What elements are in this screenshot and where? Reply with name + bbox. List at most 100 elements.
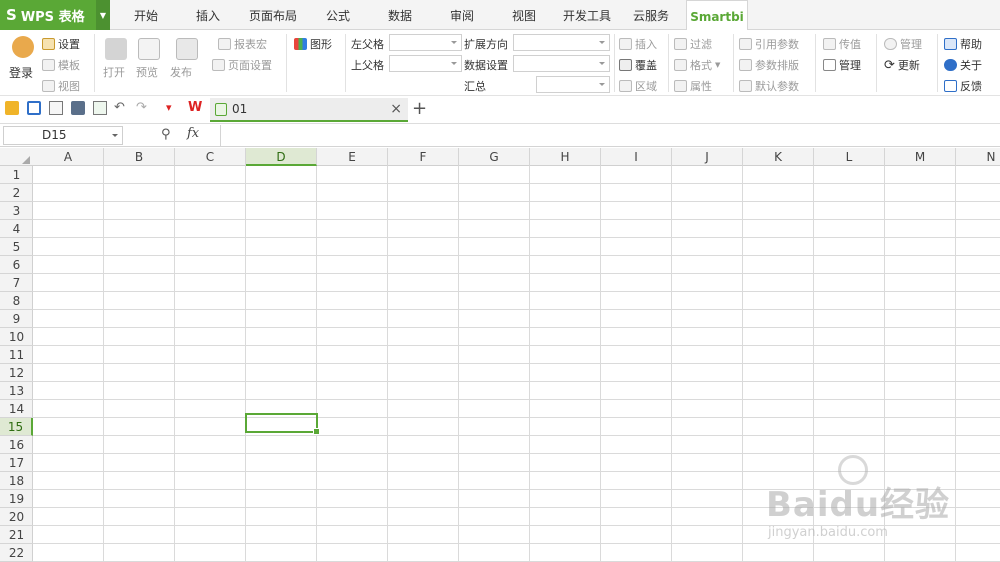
row-header[interactable]: 6 bbox=[0, 256, 33, 274]
column-header[interactable]: M bbox=[885, 148, 956, 166]
open-folder-icon[interactable] bbox=[5, 101, 19, 115]
param-layout-button[interactable]: 参数排版 bbox=[739, 57, 799, 73]
login-label: 登录 bbox=[9, 66, 34, 80]
column-header[interactable]: H bbox=[530, 148, 601, 166]
select-all-corner-icon[interactable] bbox=[22, 156, 30, 164]
row-header[interactable]: 17 bbox=[0, 454, 33, 472]
help-button[interactable]: 帮助 bbox=[944, 36, 982, 52]
preview-button[interactable]: 预览 bbox=[134, 36, 164, 86]
column-header[interactable]: I bbox=[601, 148, 672, 166]
row-header[interactable]: 1 bbox=[0, 166, 33, 184]
redo-icon[interactable]: ↷ bbox=[136, 101, 150, 115]
attribute-button[interactable]: 属性 bbox=[674, 78, 712, 94]
export-pdf-icon[interactable] bbox=[49, 101, 63, 115]
cover-button[interactable]: 覆盖 bbox=[619, 57, 657, 73]
tab-smartbi[interactable]: Smartbi bbox=[686, 0, 748, 31]
tab-page-layout[interactable]: 页面布局 bbox=[242, 0, 304, 30]
wps-app-menu-button[interactable]: S WPS 表格 bbox=[0, 0, 96, 30]
insert-function-button[interactable]: fx bbox=[187, 126, 199, 141]
row-header[interactable]: 12 bbox=[0, 364, 33, 382]
manage-button[interactable]: 管理 bbox=[823, 57, 861, 73]
close-tab-icon[interactable]: × bbox=[390, 101, 402, 117]
tab-developer[interactable]: 开发工具 bbox=[556, 0, 618, 30]
tab-formulas[interactable]: 公式 bbox=[310, 0, 366, 30]
column-header[interactable]: B bbox=[104, 148, 175, 166]
row-header[interactable]: 19 bbox=[0, 490, 33, 508]
print-preview-icon[interactable] bbox=[93, 101, 107, 115]
page-setup-button[interactable]: 页面设置 bbox=[212, 57, 272, 73]
row-header[interactable]: 22 bbox=[0, 544, 33, 562]
tab-review[interactable]: 审阅 bbox=[434, 0, 490, 30]
region-button[interactable]: 区域 bbox=[619, 78, 657, 94]
zoom-search-icon[interactable]: ⚲ bbox=[161, 127, 171, 142]
formula-input[interactable] bbox=[220, 125, 1000, 146]
open-button[interactable]: 打开 bbox=[100, 36, 134, 86]
row-header[interactable]: 7 bbox=[0, 274, 33, 292]
pass-value-button[interactable]: 传值 bbox=[823, 36, 861, 52]
chart-button[interactable]: 图形 bbox=[294, 36, 332, 52]
ref-param-button[interactable]: 引用参数 bbox=[739, 36, 799, 52]
default-param-button[interactable]: 默认参数 bbox=[739, 78, 799, 94]
row-header[interactable]: 3 bbox=[0, 202, 33, 220]
row-header[interactable]: 16 bbox=[0, 436, 33, 454]
save-icon[interactable] bbox=[27, 101, 41, 115]
document-tab[interactable]: 01 × bbox=[210, 98, 408, 122]
column-header[interactable]: A bbox=[33, 148, 104, 166]
tab-view[interactable]: 视图 bbox=[496, 0, 552, 30]
column-header[interactable]: K bbox=[743, 148, 814, 166]
row-header[interactable]: 15 bbox=[0, 418, 33, 436]
undo-icon[interactable]: ↶ bbox=[114, 101, 128, 115]
quick-access-toolbar bbox=[0, 96, 1000, 123]
column-header[interactable]: J bbox=[672, 148, 743, 166]
column-header[interactable]: L bbox=[814, 148, 885, 166]
summary-select[interactable] bbox=[536, 76, 610, 93]
tab-cloud[interactable]: 云服务 bbox=[622, 0, 680, 30]
column-header[interactable]: D bbox=[246, 148, 317, 166]
column-header[interactable]: G bbox=[459, 148, 530, 166]
settings-button[interactable]: 设置 bbox=[42, 36, 80, 52]
tab-home[interactable]: 开始 bbox=[118, 0, 174, 30]
insert-button[interactable]: 插入 bbox=[619, 36, 657, 52]
feedback-button[interactable]: 反馈 bbox=[944, 78, 982, 94]
expand-direction-select[interactable] bbox=[513, 34, 610, 51]
row-header[interactable]: 11 bbox=[0, 346, 33, 364]
about-button[interactable]: 关于 bbox=[944, 57, 982, 73]
column-header[interactable]: C bbox=[175, 148, 246, 166]
left-parent-select[interactable] bbox=[389, 34, 462, 51]
row-header[interactable]: 9 bbox=[0, 310, 33, 328]
update-button[interactable]: ⟳ 更新 bbox=[884, 57, 920, 73]
template-button[interactable]: 模板 bbox=[42, 57, 80, 73]
row-header[interactable]: 20 bbox=[0, 508, 33, 526]
row-header[interactable]: 18 bbox=[0, 472, 33, 490]
row-header[interactable]: 21 bbox=[0, 526, 33, 544]
column-header[interactable]: F bbox=[388, 148, 459, 166]
row-header[interactable]: 13 bbox=[0, 382, 33, 400]
view-button[interactable]: 视图 bbox=[42, 78, 80, 94]
row-header[interactable]: 4 bbox=[0, 220, 33, 238]
data-settings-select[interactable] bbox=[513, 55, 610, 72]
print-icon[interactable] bbox=[71, 101, 85, 115]
publish-button[interactable]: 发布 bbox=[168, 36, 208, 86]
tab-insert[interactable]: 插入 bbox=[180, 0, 236, 30]
wps-docs-icon[interactable]: W bbox=[188, 101, 202, 115]
row-header[interactable]: 5 bbox=[0, 238, 33, 256]
column-header[interactable]: E bbox=[317, 148, 388, 166]
app-menu-dropdown-icon[interactable]: ▼ bbox=[96, 0, 110, 30]
row-header[interactable]: 14 bbox=[0, 400, 33, 418]
top-parent-select[interactable] bbox=[389, 55, 462, 72]
new-tab-button[interactable]: + bbox=[412, 98, 427, 119]
customize-toolbar-icon[interactable]: ▾ bbox=[166, 101, 180, 115]
filter-button[interactable]: 过滤 bbox=[674, 36, 712, 52]
row-header[interactable]: 2 bbox=[0, 184, 33, 202]
row-header[interactable]: 10 bbox=[0, 328, 33, 346]
row-header[interactable]: 8 bbox=[0, 292, 33, 310]
tab-data[interactable]: 数据 bbox=[372, 0, 428, 30]
report-macro-button[interactable]: 报表宏 bbox=[218, 36, 267, 52]
help-label: 帮助 bbox=[960, 38, 982, 51]
active-cell-d15[interactable] bbox=[245, 413, 320, 435]
column-header[interactable]: N bbox=[956, 148, 1000, 166]
format-button[interactable]: 格式 ▼ bbox=[674, 57, 720, 73]
login-button[interactable]: 登录 bbox=[9, 36, 34, 86]
name-box[interactable]: D15 bbox=[3, 126, 123, 145]
manage-user-button[interactable]: 管理 bbox=[884, 36, 922, 52]
